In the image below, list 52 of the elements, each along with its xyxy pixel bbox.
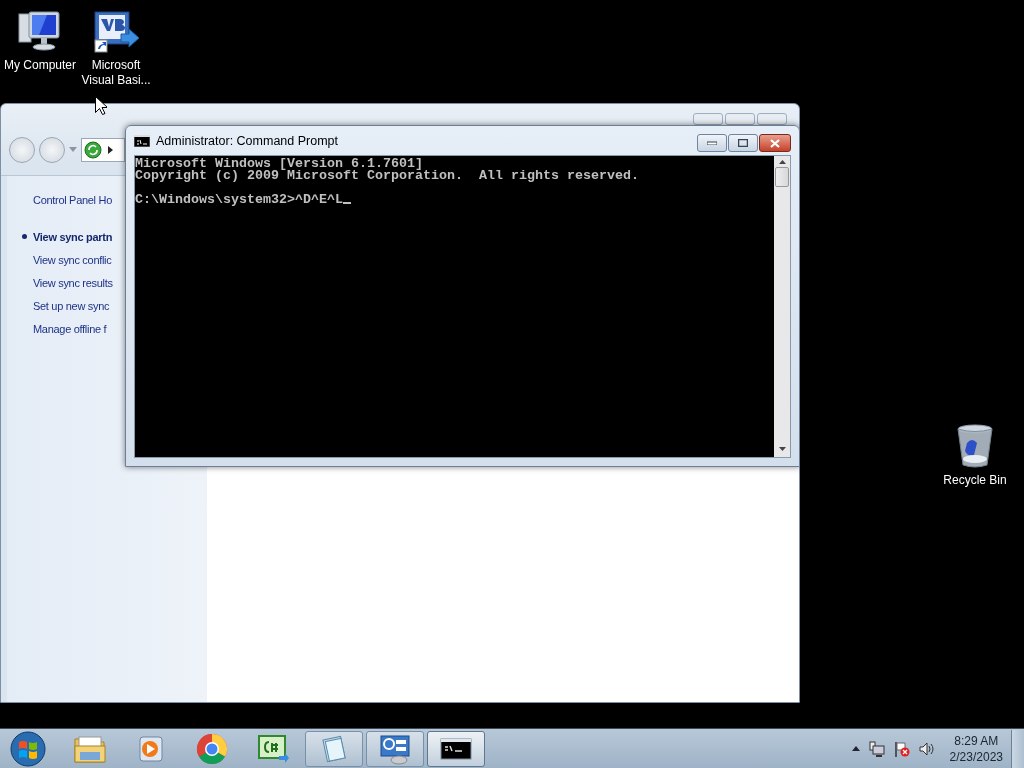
- clock-time: 8:29 AM: [954, 732, 999, 749]
- csharp-icon[interactable]: [257, 733, 289, 764]
- minimize-button[interactable]: [693, 113, 723, 125]
- speaker-icon[interactable]: [918, 741, 935, 756]
- icon-label: My Computer: [3, 58, 77, 73]
- console-icon[interactable]: [440, 736, 472, 761]
- clock-date: 2/23/2023: [949, 748, 1003, 765]
- play-icon[interactable]: [137, 733, 165, 764]
- taskbar-button[interactable]: [366, 730, 424, 767]
- console-line: C:\Windows\system32>^D^E^L: [135, 192, 343, 207]
- refresh-icon: [84, 141, 102, 159]
- address-bar[interactable]: [81, 138, 125, 162]
- sidebar-link[interactable]: Manage offline f: [33, 322, 107, 335]
- flag-icon[interactable]: [893, 740, 910, 757]
- show-desktop-button[interactable]: [1011, 729, 1024, 768]
- mouse-pointer-icon: [95, 96, 107, 115]
- taskbar-button[interactable]: [427, 730, 485, 767]
- console-area[interactable]: Microsoft Windows [Version 6.1.7601] Copyright (c) 2009 Microsoft Corporation. All rights reserved. C:\Windows\system32>^D^E^L: [135, 156, 774, 457]
- control-panel-icon[interactable]: [379, 732, 411, 765]
- bullet-icon: [22, 234, 27, 239]
- computer-icon: [17, 10, 63, 54]
- clock[interactable]: 8:29 AM 2/23/2023: [949, 732, 1003, 765]
- scroll-thumb[interactable]: [775, 167, 789, 187]
- tray-arrow-icon[interactable]: [851, 746, 860, 751]
- maximize-button[interactable]: [728, 134, 758, 152]
- maximize-icon: [738, 139, 748, 147]
- window-title: Administrator: Command Prompt: [156, 133, 339, 148]
- sidebar-link[interactable]: Control Panel Ho: [33, 193, 112, 206]
- sidebar-link[interactable]: View sync results: [33, 276, 113, 289]
- scrollbar[interactable]: [774, 156, 790, 457]
- minimize-icon: [707, 141, 717, 145]
- dropdown-icon[interactable]: [69, 147, 77, 153]
- recycle-bin-icon: [955, 423, 995, 469]
- back-button[interactable]: [9, 137, 35, 163]
- console-icon: [134, 134, 150, 147]
- browser-icon[interactable]: [196, 732, 228, 765]
- sidebar-link[interactable]: Set up new sync: [33, 299, 110, 312]
- icon-label: Recycle Bin: [942, 473, 1008, 488]
- close-icon: [770, 138, 780, 148]
- chevron-icon: [108, 146, 114, 154]
- close-button[interactable]: [759, 134, 791, 152]
- forward-button[interactable]: [39, 137, 65, 163]
- scroll-down-icon[interactable]: [778, 447, 786, 451]
- network-icon[interactable]: [868, 740, 885, 757]
- notepad-icon[interactable]: [319, 733, 349, 764]
- sidebar-link[interactable]: View sync conflic: [33, 253, 112, 266]
- console-line: Microsoft Windows [Version 6.1.7601]: [135, 156, 423, 171]
- vb-shortcut-icon: [91, 10, 141, 54]
- folder-icon[interactable]: [74, 733, 106, 764]
- scroll-up-icon[interactable]: [778, 160, 786, 164]
- sidebar-link[interactable]: View sync partn: [33, 230, 113, 243]
- icon-label: Microsoft Visual Basi...: [80, 58, 152, 88]
